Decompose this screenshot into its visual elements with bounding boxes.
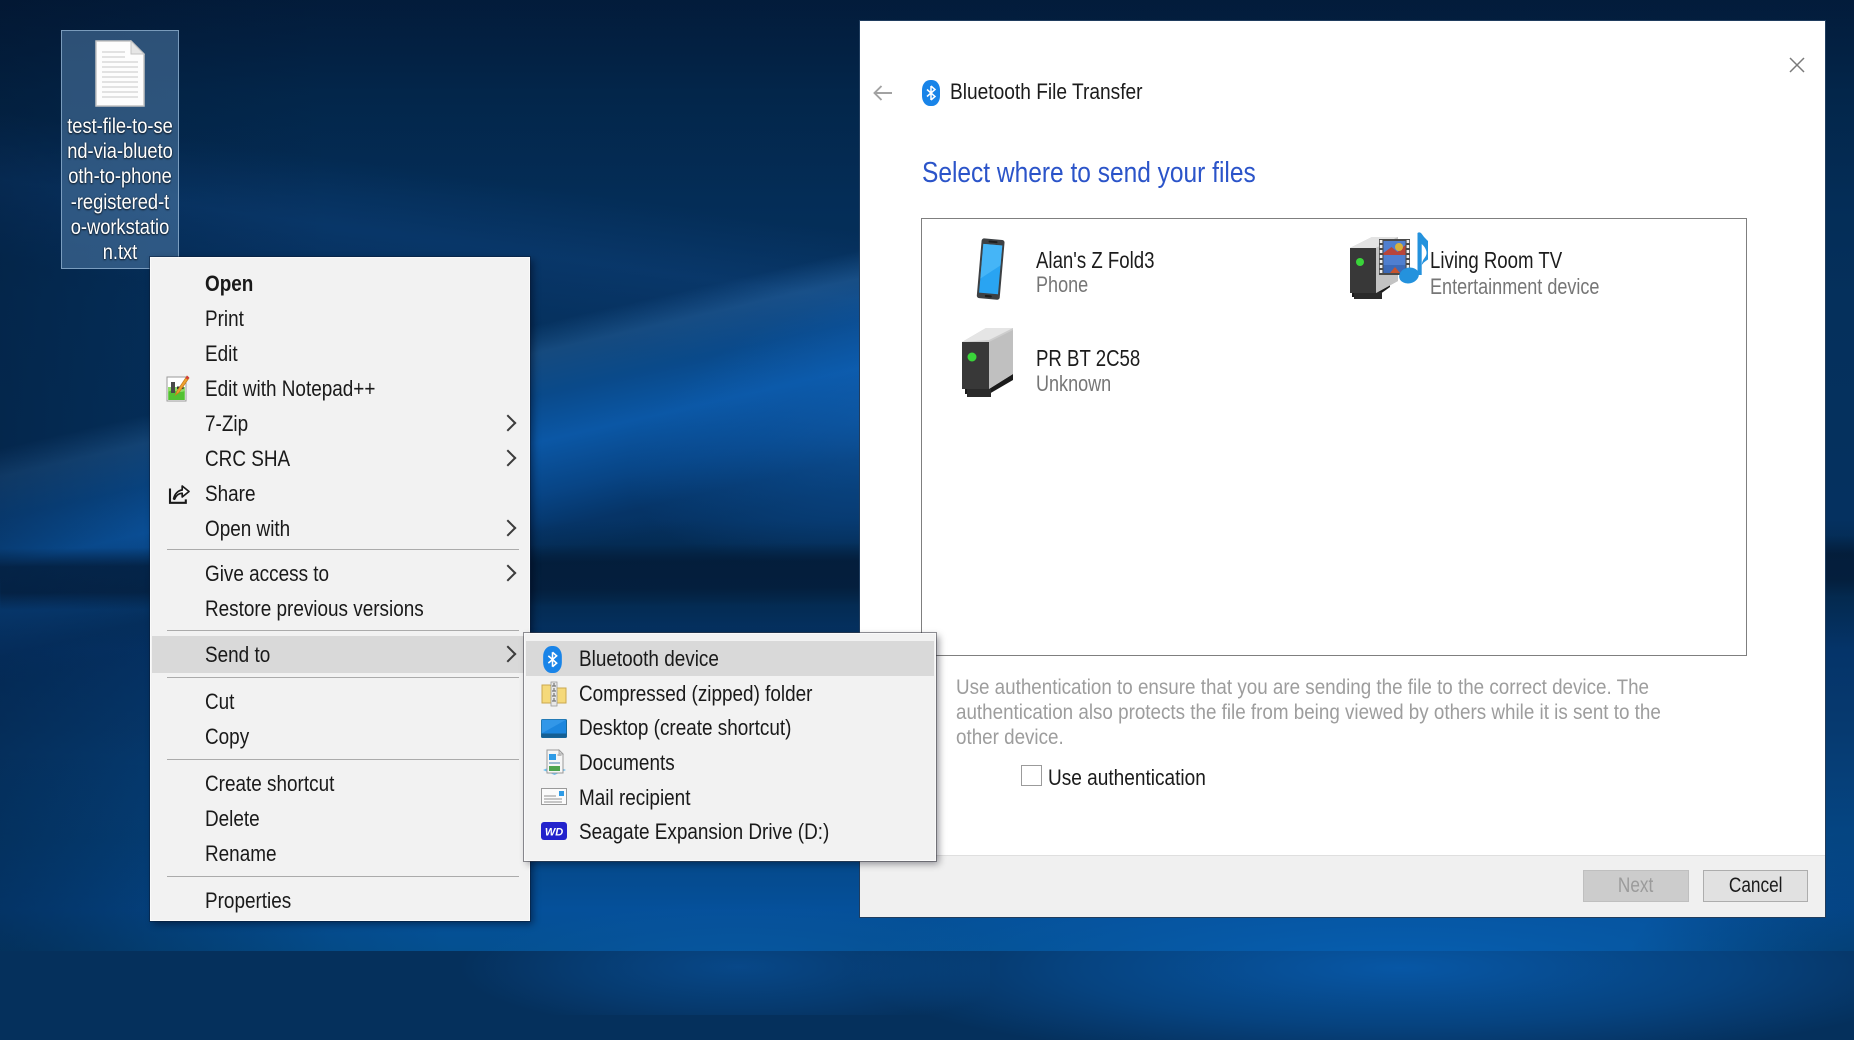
svg-text:WD: WD — [545, 827, 563, 839]
